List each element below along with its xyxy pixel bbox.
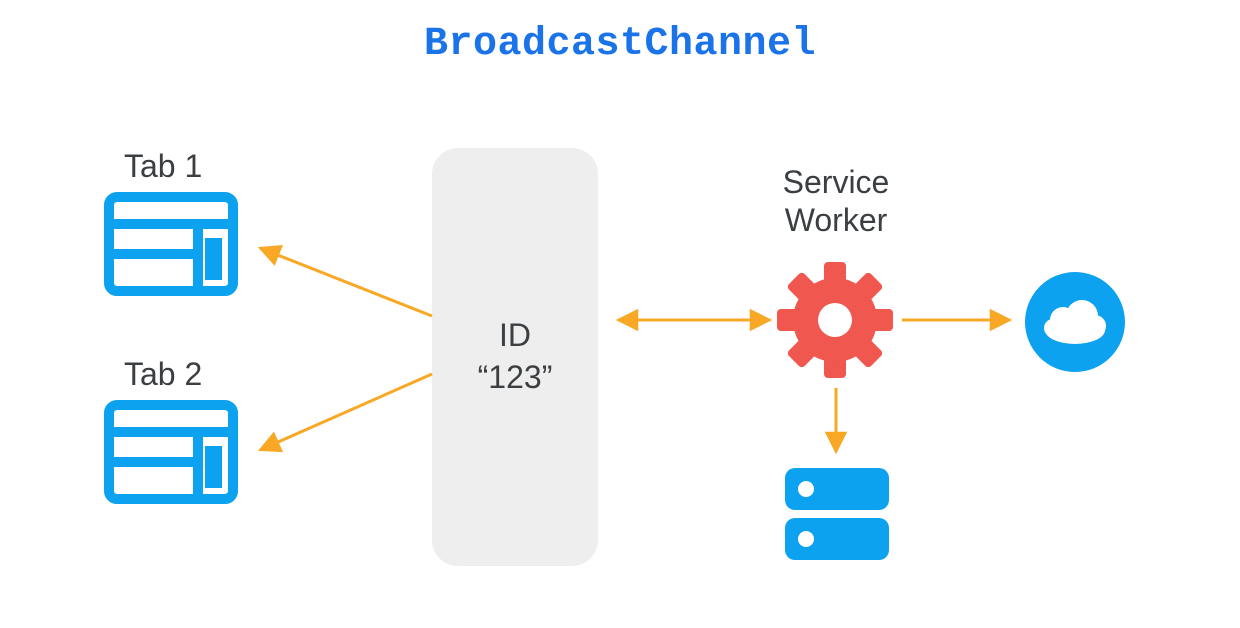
arrow-channel-to-tab1 xyxy=(260,248,432,316)
arrow-channel-to-tab2 xyxy=(260,374,432,450)
arrows-layer xyxy=(0,0,1240,628)
diagram-stage: BroadcastChannel Tab 1 Tab 2 ID “123” Se… xyxy=(0,0,1240,628)
